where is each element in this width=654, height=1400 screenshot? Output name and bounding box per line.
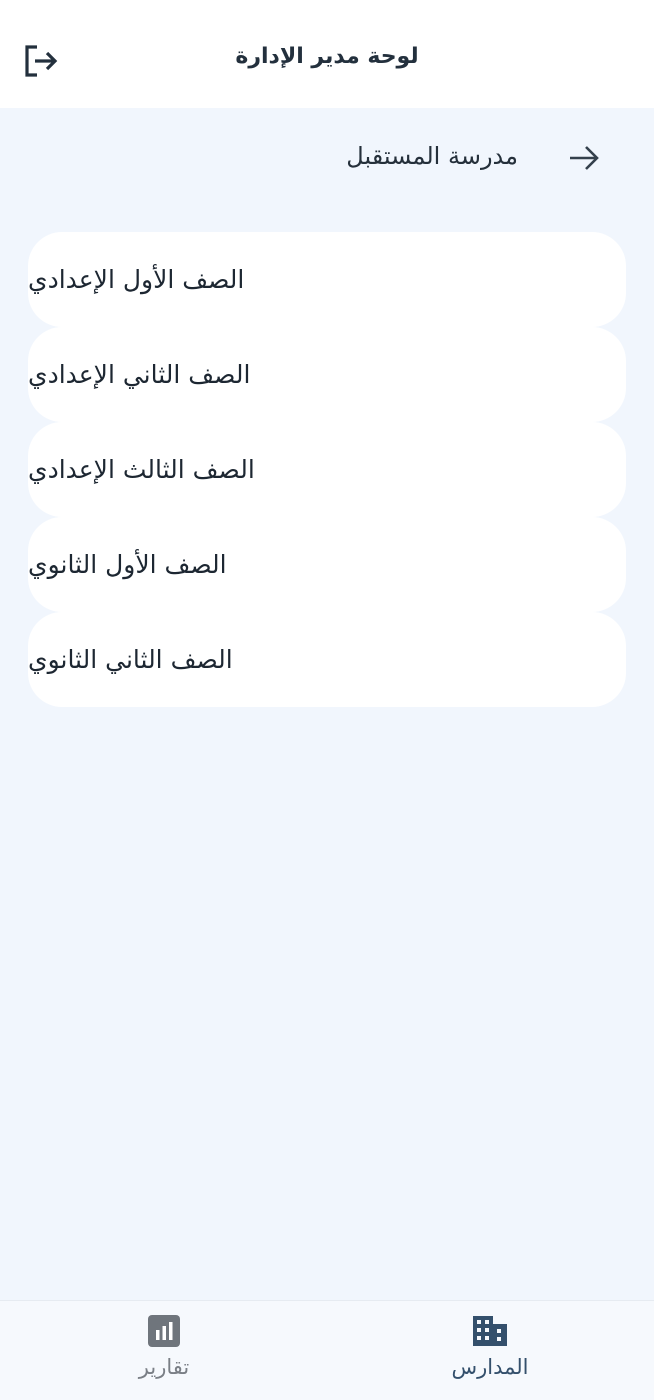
nav-tab-label: تقارير [138,1355,190,1379]
grade-label: الصف الثاني الإعدادي [28,360,251,389]
grade-label: الصف الأول الثانوي [28,550,227,579]
grade-label: الصف الثالث الإعدادي [28,455,255,484]
nav-tab-label: المدارس [451,1355,529,1379]
grade-item-3[interactable]: الصف الثالث الإعدادي [28,422,626,517]
grade-list: الصف الأول الإعدادي الصف الثاني الإعدادي… [28,232,626,707]
app-screen: لوحة مدير الإدارة مدرسة المستقبل الصف ال… [0,0,654,1400]
bar-chart-icon [148,1315,180,1347]
building-icon [473,1316,507,1346]
bottom-navigation: تقارير المدارس [0,1300,654,1400]
grade-label: الصف الثاني الثانوي [28,645,233,674]
school-name: مدرسة المستقبل [346,142,518,170]
school-header: مدرسة المستقبل [0,128,654,188]
back-button[interactable] [564,138,604,178]
grade-item-2[interactable]: الصف الثاني الإعدادي [28,327,626,422]
grade-item-5[interactable]: الصف الثاني الثانوي [28,612,626,707]
page-title: لوحة مدير الإدارة [235,44,419,69]
arrow-right-icon [570,146,599,170]
grade-item-4[interactable]: الصف الأول الثانوي [28,517,626,612]
grade-label: الصف الأول الإعدادي [28,265,245,294]
nav-tab-reports[interactable]: تقارير [84,1315,244,1395]
top-app-bar: لوحة مدير الإدارة [0,0,654,108]
grade-item-1[interactable]: الصف الأول الإعدادي [28,232,626,327]
nav-tab-schools[interactable]: المدارس [410,1315,570,1395]
